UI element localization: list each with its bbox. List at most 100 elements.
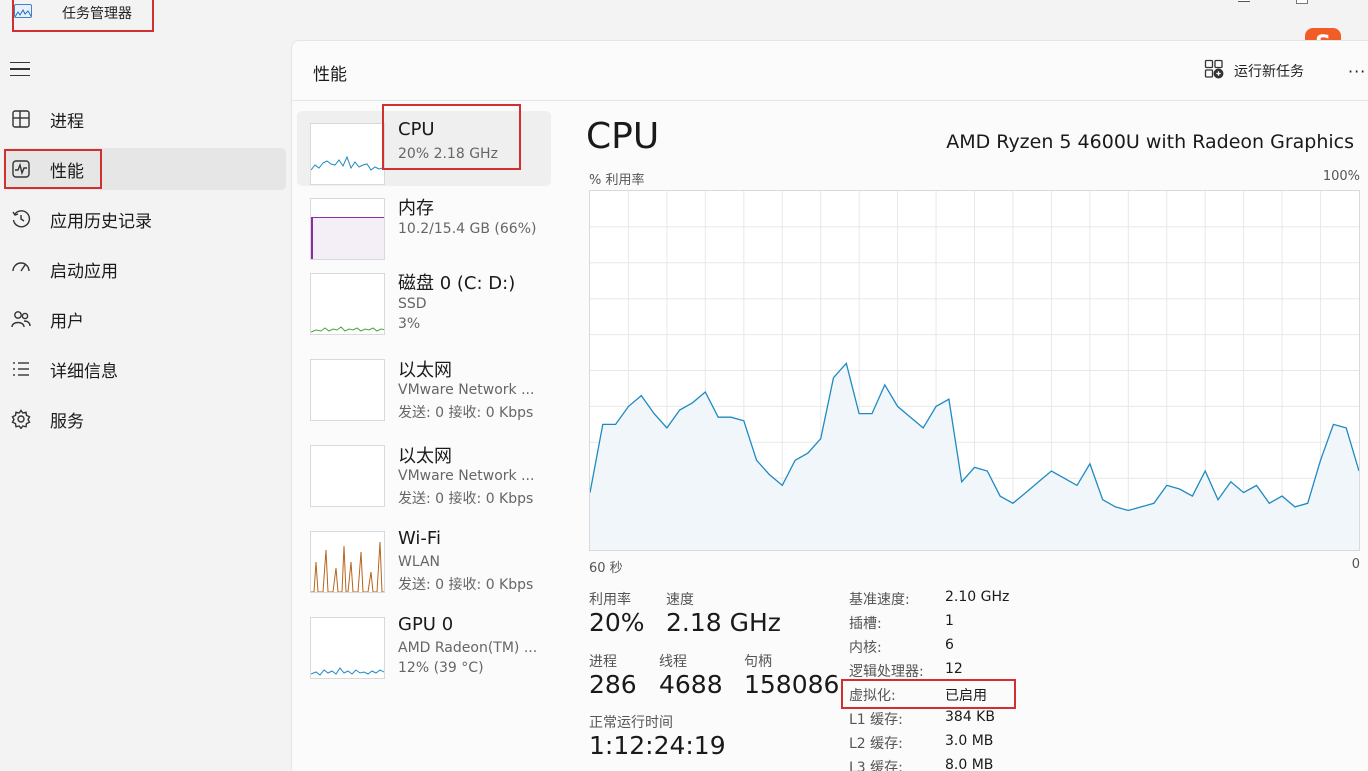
sidebar-item-label: 应用历史记录 [50, 211, 152, 232]
utilization-value: 20% [589, 608, 645, 637]
device-item-ethernet-1[interactable]: 以太网 VMware Network ... 发送: 0 接收: 0 Kbps [297, 350, 551, 430]
spec-value: 3.0 MB [945, 733, 994, 749]
disk-thumbnail-graph [310, 273, 385, 335]
spec-label: 插槽: [849, 616, 882, 632]
y-axis-label: % 利用率 [589, 173, 645, 188]
sidebar-item-processes[interactable]: 进程 [4, 98, 286, 140]
spec-label: 虚拟化: [849, 688, 896, 704]
device-throughput: 发送: 0 接收: 0 Kbps [398, 577, 534, 593]
cpu-utilization-chart [589, 191, 1360, 550]
wifi-thumbnail-graph [310, 531, 385, 593]
device-name: CPU [398, 119, 435, 140]
app-title: 任务管理器 [62, 6, 132, 22]
spec-value: 1 [945, 613, 954, 629]
device-item-disk[interactable]: 磁盘 0 (C: D:) SSD 3% [297, 265, 551, 345]
services-icon [10, 408, 32, 430]
spec-label: 基准速度: [849, 592, 910, 608]
run-new-task-icon [1204, 59, 1224, 83]
spec-label: 内核: [849, 640, 882, 656]
virtualization-value: 已启用 [945, 688, 987, 704]
speed-value: 2.18 GHz [666, 608, 781, 637]
users-icon [10, 308, 32, 330]
cpu-model-name: AMD Ryzen 5 4600U with Radeon Graphics [946, 131, 1354, 153]
x-axis-left-label: 60 秒 [589, 561, 623, 576]
device-name: 内存 [398, 198, 434, 219]
title-bar: 任务管理器 [0, 0, 1368, 36]
uptime-value: 1:12:24:19 [589, 731, 726, 760]
device-name: GPU 0 [398, 614, 454, 635]
run-new-task-label: 运行新任务 [1234, 64, 1304, 80]
sidebar-item-details[interactable]: 详细信息 [4, 348, 286, 390]
sidebar-item-services[interactable]: 服务 [4, 398, 286, 440]
sidebar-item-label: 启动应用 [50, 261, 118, 282]
y-axis-max-label: 100% [1322, 169, 1360, 184]
cpu-utilization-graph [589, 190, 1360, 551]
device-throughput: 发送: 0 接收: 0 Kbps [398, 491, 534, 507]
spec-value: 12 [945, 661, 963, 677]
device-detail: VMware Network ... [398, 382, 535, 398]
processes-label: 进程 [589, 654, 617, 670]
device-item-memory[interactable]: 内存 10.2/15.4 GB (66%) [297, 188, 551, 263]
sidebar-item-app-history[interactable]: 应用历史记录 [4, 198, 286, 240]
page-title: 性能 [313, 65, 347, 85]
utilization-label: 利用率 [589, 592, 631, 608]
device-detail: 10.2/15.4 GB (66%) [398, 221, 537, 237]
detail-title: CPU [586, 116, 660, 157]
device-detail: SSD [398, 296, 427, 312]
spec-value: 384 KB [945, 709, 995, 725]
spec-value: 6 [945, 637, 954, 653]
sidebar-item-label: 用户 [50, 311, 84, 332]
app-history-icon [10, 208, 32, 230]
sidebar-item-performance[interactable]: 性能 [4, 148, 286, 190]
gpu-thumbnail-graph [310, 617, 385, 679]
device-usage: 3% [398, 316, 421, 332]
performance-icon [10, 158, 32, 180]
spec-label: 逻辑处理器: [849, 664, 924, 680]
device-item-ethernet-2[interactable]: 以太网 VMware Network ... 发送: 0 接收: 0 Kbps [297, 436, 551, 516]
sidebar-item-settings[interactable]: 设置 [4, 760, 286, 771]
device-detail: AMD Radeon(TM) ... [398, 640, 538, 656]
sidebar-item-label: 性能 [50, 161, 84, 182]
more-options-button[interactable]: ··· [1348, 62, 1366, 81]
handles-value: 158086 [744, 670, 840, 699]
spec-label: L2 缓存: [849, 736, 903, 752]
header-divider [292, 100, 1368, 101]
task-manager-app-icon [14, 4, 32, 18]
processes-icon [10, 108, 32, 130]
sidebar-item-label: 进程 [50, 111, 84, 132]
device-usage: 12% (39 °C) [398, 660, 484, 676]
ethernet-thumbnail-graph [310, 359, 385, 421]
device-item-wifi[interactable]: Wi-Fi WLAN 发送: 0 接收: 0 Kbps [297, 521, 551, 601]
sidebar-item-label: 详细信息 [50, 361, 118, 382]
device-name: Wi-Fi [398, 528, 441, 549]
hamburger-menu-button[interactable] [10, 58, 34, 80]
sidebar-item-startup-apps[interactable]: 启动应用 [4, 248, 286, 290]
spec-value: 2.10 GHz [945, 589, 1010, 605]
details-icon [10, 358, 32, 380]
spec-label: L1 缓存: [849, 712, 903, 728]
speed-label: 速度 [666, 592, 694, 608]
memory-thumbnail-graph [310, 198, 385, 260]
sidebar-item-users[interactable]: 用户 [4, 298, 286, 340]
device-detail: 20% 2.18 GHz [398, 146, 498, 162]
device-throughput: 发送: 0 接收: 0 Kbps [398, 405, 534, 421]
device-detail: WLAN [398, 554, 441, 570]
run-new-task-button[interactable]: 运行新任务 [1204, 59, 1304, 83]
device-detail: VMware Network ... [398, 468, 535, 484]
spec-value: 8.0 MB [945, 757, 994, 771]
ethernet-thumbnail-graph [310, 445, 385, 507]
minimize-button[interactable] [1238, 0, 1250, 2]
cpu-thumbnail-graph [310, 123, 385, 185]
device-item-cpu[interactable]: CPU 20% 2.18 GHz [297, 111, 551, 186]
threads-label: 线程 [659, 654, 687, 670]
spec-label: L3 缓存: [849, 760, 903, 771]
device-name: 磁盘 0 (C: D:) [398, 273, 516, 294]
x-axis-right-label: 0 [1351, 557, 1360, 572]
uptime-label: 正常运行时间 [589, 715, 673, 731]
maximize-button[interactable] [1296, 0, 1308, 4]
threads-value: 4688 [659, 670, 723, 699]
device-item-gpu[interactable]: GPU 0 AMD Radeon(TM) ... 12% (39 °C) [297, 607, 551, 687]
device-name: 以太网 [398, 360, 452, 381]
startup-apps-icon [10, 258, 32, 280]
handles-label: 句柄 [744, 654, 772, 670]
